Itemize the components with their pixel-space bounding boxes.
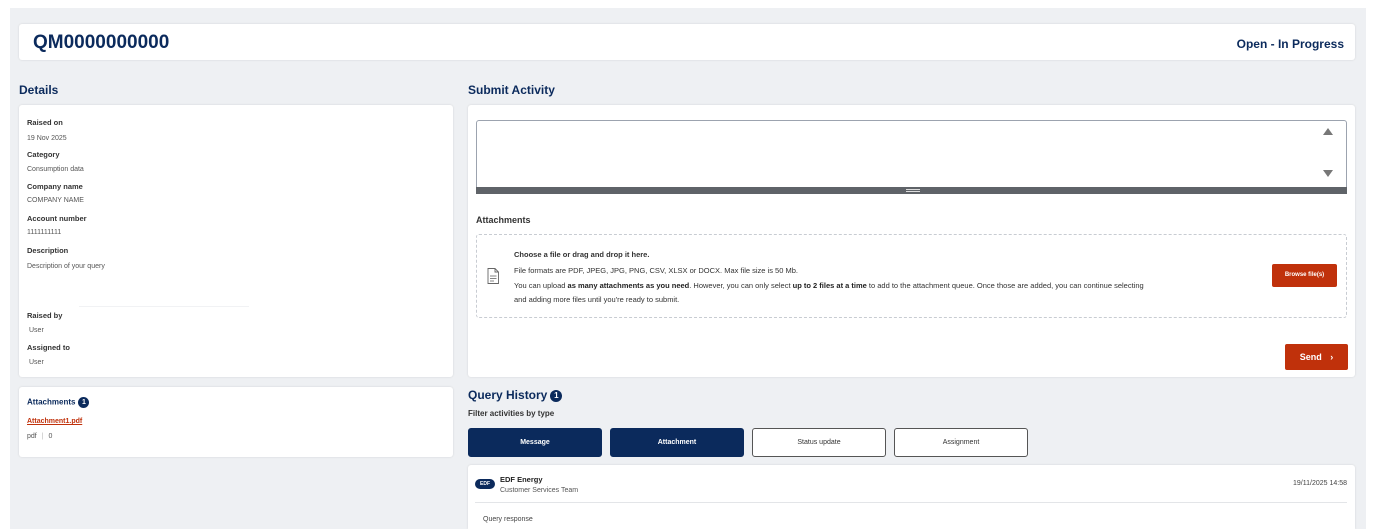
attachment-file-type: pdf (27, 433, 37, 440)
browse-files-button[interactable]: Browse file(s) (1272, 264, 1337, 287)
textarea-resize-handle[interactable] (476, 187, 1347, 194)
attachment-file-link[interactable]: Attachment1.pdf (27, 418, 82, 425)
send-button[interactable]: Send › (1285, 344, 1348, 370)
filter-attachment-button[interactable]: Attachment (610, 428, 744, 457)
activity-message-input[interactable] (476, 120, 1347, 193)
dropzone-text-1: You can upload (514, 281, 568, 290)
entry-timestamp: 19/11/2025 14:58 (1293, 480, 1347, 487)
raised-by-value: User (29, 327, 44, 334)
send-button-label: Send (1299, 352, 1322, 362)
attachments-title: Attachments 1 (27, 397, 90, 408)
query-reference: QM0000000000 (33, 32, 170, 53)
submit-activity-title: Submit Activity (468, 83, 555, 97)
attachments-title-text: Attachments (27, 397, 76, 407)
attachments-label: Attachments (476, 215, 531, 225)
divider (79, 306, 249, 307)
chevron-right-icon: › (1330, 352, 1334, 362)
dropzone-bold-1: as many attachments as you need (567, 281, 690, 290)
raised-on-value: 19 Nov 2025 (27, 135, 67, 142)
dropzone-instructions-line-2: and adding more files until you're ready… (514, 295, 680, 304)
query-history-count-badge: 1 (550, 389, 563, 402)
query-header: QM0000000000 Open - In Progress (19, 24, 1355, 60)
sender-name: EDF Energy (500, 475, 543, 484)
filter-status-update-button[interactable]: Status update (752, 428, 886, 457)
details-panel: Raised on 19 Nov 2025 Category Consumpti… (19, 105, 453, 377)
dropzone-title: Choose a file or drag and drop it here. (514, 250, 650, 259)
raised-on-label: Raised on (27, 118, 63, 127)
category-value: Consumption data (27, 166, 84, 173)
details-title: Details (19, 83, 59, 97)
company-name-label: Company name (27, 182, 83, 191)
attachments-panel: Attachments 1 Attachment1.pdf pdf | 0 (19, 387, 453, 457)
submit-activity-panel: Attachments Choose a file or drag and dr… (468, 105, 1355, 377)
category-label: Category (27, 150, 60, 159)
description-label: Description (27, 246, 69, 255)
attachment-file-size: 0 (48, 433, 53, 440)
sender-avatar: EDF (475, 479, 495, 489)
company-name-value: COMPANY NAME (27, 197, 84, 204)
filter-assignment-button[interactable]: Assignment (894, 428, 1028, 457)
attachments-count-badge: 1 (78, 397, 90, 408)
filter-message-button[interactable]: Message (468, 428, 602, 457)
description-value: Description of your query (27, 263, 105, 270)
meta-separator: | (41, 433, 44, 440)
entry-divider (475, 502, 1347, 503)
dropzone-formats: File formats are PDF, JPEG, JPG, PNG, CS… (514, 266, 798, 275)
sender-team: Customer Services Team (500, 487, 579, 494)
account-number-value: 1111111111 (27, 229, 62, 236)
file-dropzone[interactable]: Choose a file or drag and drop it here. … (476, 234, 1347, 318)
attachment-file-meta: pdf | 0 (27, 433, 52, 440)
assigned-to-label: Assigned to (27, 343, 70, 352)
file-document-icon (487, 268, 499, 284)
filter-activities-label: Filter activities by type (468, 409, 555, 418)
dropzone-text-3: to add to the attachment queue. Once tho… (866, 281, 1144, 290)
assigned-to-value: User (29, 359, 44, 366)
scroll-up-arrow-icon[interactable] (1323, 128, 1333, 135)
dropzone-bold-2: up to 2 files at a time (792, 281, 867, 290)
query-status: Open - In Progress (1236, 37, 1344, 51)
scroll-down-arrow-icon[interactable] (1323, 170, 1333, 177)
query-history-title: Query History 1 (468, 388, 563, 402)
raised-by-label: Raised by (27, 311, 63, 320)
entry-body: Query response (483, 516, 533, 523)
account-number-label: Account number (27, 214, 87, 223)
query-history-title-text: Query History (468, 388, 548, 402)
history-entry: EDF EDF Energy Customer Services Team 19… (468, 465, 1355, 529)
dropzone-instructions-line-1: You can upload as many attachments as yo… (514, 281, 1144, 290)
dropzone-text-2: . However, you can only select (689, 281, 793, 290)
grip-icon (906, 189, 920, 192)
